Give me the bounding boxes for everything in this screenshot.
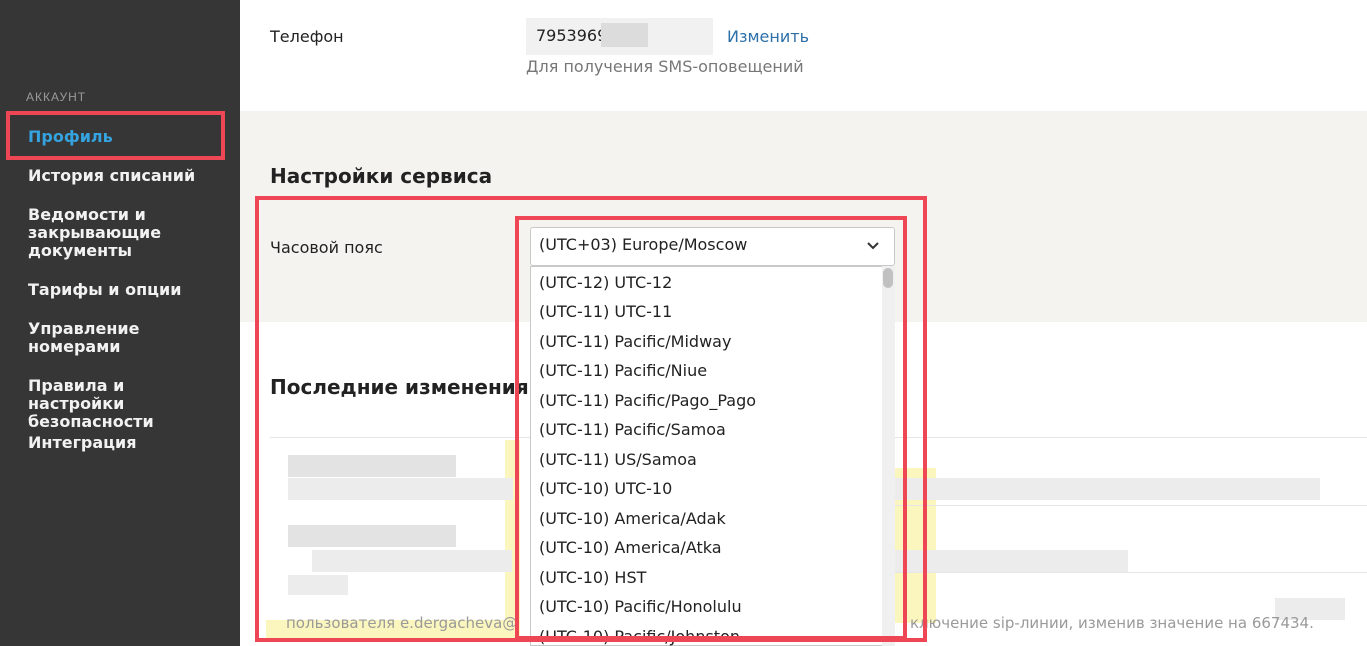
- sidebar-section-label: АККАУНТ: [26, 90, 87, 104]
- phone-label: Телефон: [270, 27, 344, 46]
- phone-hint: Для получения SMS-оповещений: [526, 57, 804, 76]
- row-divider: [888, 505, 1367, 506]
- profile-annotation-box: [6, 111, 225, 160]
- change-row-text-right: ключение sip-линии, изменив значение на …: [910, 614, 1314, 632]
- sidebar-item-billing-history[interactable]: История списаний: [28, 167, 228, 185]
- phone-redacted: [601, 23, 648, 47]
- sidebar-item-security[interactable]: Правила и настройки безопасности: [28, 377, 223, 431]
- sidebar-item-documents[interactable]: Ведомости и закрывающие документы: [28, 206, 188, 260]
- sidebar-item-tariffs[interactable]: Тарифы и опции: [28, 281, 228, 299]
- dropdown-annotation-box: [515, 216, 907, 640]
- row-divider: [888, 572, 1367, 573]
- sidebar-item-numbers[interactable]: Управление номерами: [28, 320, 168, 356]
- phone-panel: [240, 0, 1367, 111]
- sidebar: АККАУНТ Профиль История списаний Ведомос…: [0, 0, 240, 646]
- redacted-text: [888, 478, 1320, 500]
- sidebar-item-integration[interactable]: Интеграция: [28, 434, 228, 452]
- phone-value: 7953969: [536, 26, 608, 45]
- service-settings-title: Настройки сервиса: [270, 164, 493, 188]
- change-phone-link[interactable]: Изменить: [727, 27, 809, 46]
